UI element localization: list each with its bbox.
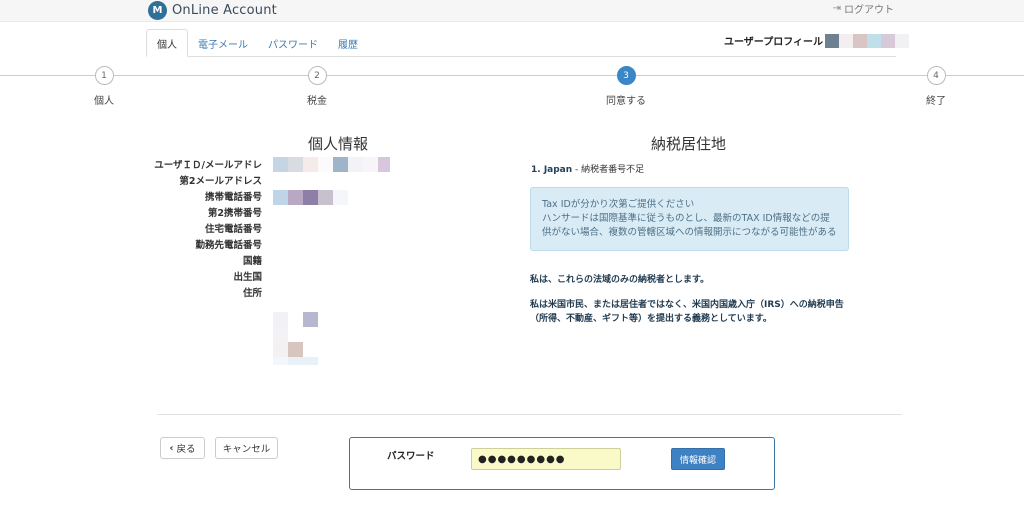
- statement-us-person: 私は米国市民、または居住者ではなく、米国内国歳入庁（IRS）への納税申告（所得、…: [530, 300, 844, 324]
- password-confirm-panel: パスワード ●●●●●●●●● 情報確認: [349, 437, 775, 490]
- profile-name-redacted: [825, 33, 909, 48]
- step-2-label: 税金: [307, 96, 327, 107]
- userid-value-redacted: [273, 157, 390, 172]
- step-1-label: 個人: [94, 96, 114, 107]
- app-title: OnLine Account: [172, 2, 277, 18]
- step-4-label: 終了: [926, 96, 946, 107]
- statement-sole-jurisdiction: 私は、これらの法域のみの納税者とします。: [530, 275, 710, 285]
- field-label-nationality: 国籍: [242, 256, 262, 267]
- tab-personal[interactable]: 個人: [146, 29, 188, 57]
- tax-id-info-box: Tax IDが分かり次第ご提供ください ハンサードは国際基準に従うものとし、最新…: [530, 187, 849, 251]
- tab-email[interactable]: 電子メール: [188, 29, 258, 57]
- step-4: 4 終了: [896, 66, 976, 107]
- mobile-value-redacted: [273, 190, 348, 205]
- section-divider: [157, 414, 902, 415]
- progress-line: [0, 75, 1024, 76]
- field-label-userid: ユーザＩＤ/メールアドレ: [154, 160, 262, 171]
- step-3-label: 同意する: [606, 96, 646, 107]
- field-label-birth-country: 出生国: [233, 272, 262, 283]
- field-label-mobile: 携帯電話番号: [204, 192, 262, 203]
- residence-note: - 納税者番号不足: [572, 165, 645, 175]
- field-label-work-phone: 勤務先電話番号: [195, 240, 262, 251]
- field-label-home-phone: 住宅電話番号: [204, 224, 262, 235]
- app-logo[interactable]: M OnLine Account: [148, 0, 277, 20]
- chevron-left-icon: ‹: [169, 442, 174, 454]
- field-label-address: 住所: [242, 288, 262, 299]
- confirm-info-button[interactable]: 情報確認: [671, 448, 725, 470]
- info-title: Tax IDが分かり次第ご提供ください: [542, 199, 695, 210]
- cancel-button[interactable]: キャンセル: [215, 437, 278, 459]
- logout-label: ログアウト: [844, 5, 894, 16]
- step-3: 3 同意する: [586, 66, 666, 107]
- tab-history[interactable]: 履歴: [328, 29, 368, 57]
- tab-password[interactable]: パスワード: [258, 29, 328, 57]
- step-2-number: 2: [307, 66, 327, 85]
- step-4-number: 4: [926, 66, 946, 85]
- step-1: 1 個人: [64, 66, 144, 107]
- address-value-redacted: [273, 312, 318, 365]
- profile-label: ユーザープロフィール: [724, 37, 823, 48]
- field-label-email2: 第2メールアドレス: [179, 176, 262, 187]
- tax-residence-title: 納税居住地: [651, 135, 727, 153]
- password-label: パスワード: [387, 451, 435, 462]
- user-profile[interactable]: ユーザープロフィール: [724, 33, 909, 48]
- residence-line: 1. Japan - 納税者番号不足: [531, 162, 644, 175]
- logout-link[interactable]: ⇥ ログアウト: [833, 1, 894, 16]
- residence-country: 1. Japan: [531, 165, 573, 175]
- personal-info-title: 個人情報: [308, 135, 369, 153]
- step-1-number: 1: [94, 66, 114, 85]
- back-button[interactable]: ‹ 戻る: [160, 437, 205, 459]
- info-body: ハンサードは国際基準に従うものとし、最新のTAX ID情報などの提供がない場合、…: [542, 213, 837, 238]
- step-2: 2 税金: [277, 66, 357, 107]
- back-label: 戻る: [176, 444, 196, 455]
- password-input[interactable]: ●●●●●●●●●: [471, 448, 621, 470]
- top-bar: M OnLine Account ⇥ ログアウト: [0, 0, 1024, 22]
- field-label-mobile2: 第2携帯番号: [207, 208, 262, 219]
- logout-icon: ⇥: [832, 3, 841, 14]
- logo-icon: M: [148, 0, 167, 20]
- step-3-number: 3: [616, 66, 636, 85]
